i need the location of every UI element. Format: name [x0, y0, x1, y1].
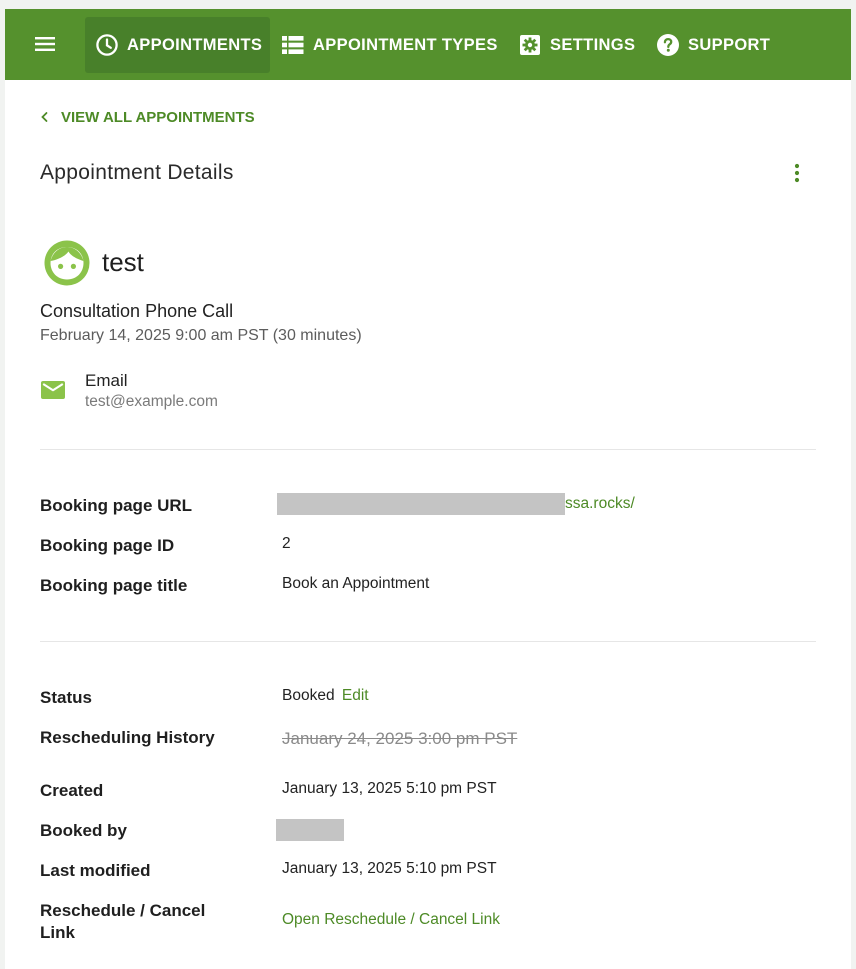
divider: [40, 449, 816, 450]
rescheduling-history-label: Rescheduling History: [40, 728, 215, 747]
nav-item-appointments[interactable]: APPOINTMENTS: [85, 17, 270, 73]
booking-id-value: 2: [282, 535, 291, 552]
appointment-datetime: February 14, 2025 9:00 am PST (30 minute…: [40, 327, 362, 344]
reschedule-cancel-label: Reschedule / Cancel Link: [40, 900, 205, 944]
divider: [40, 641, 816, 642]
last-modified-value: January 13, 2025 5:10 pm PST: [282, 860, 497, 877]
booking-url-label: Booking page URL: [40, 496, 193, 515]
view-all-appointments-link[interactable]: VIEW ALL APPOINTMENTS: [37, 105, 255, 129]
list-icon: [281, 33, 305, 57]
email-label: Email: [85, 371, 128, 390]
status-label: Status: [40, 688, 92, 707]
help-icon: [656, 33, 680, 57]
nav-item-label: SUPPORT: [688, 35, 771, 54]
redacted-url-block: [277, 493, 565, 515]
booked-by-label: Booked by: [40, 821, 127, 840]
nav-item-settings[interactable]: SETTINGS: [508, 17, 645, 73]
top-nav-bar: APPOINTMENTS APPOINTMENT TYPES SETTINGS …: [5, 9, 851, 80]
status-value: Booked: [282, 687, 335, 704]
back-link-label: VIEW ALL APPOINTMENTS: [61, 108, 255, 126]
booking-url-link[interactable]: ssa.rocks/: [565, 495, 635, 513]
hamburger-menu-button[interactable]: [27, 27, 63, 61]
nav-item-label: APPOINTMENTS: [127, 35, 263, 54]
reschedule-cancel-label-line2: Link: [40, 923, 75, 942]
chevron-left-icon: [37, 109, 53, 125]
more-vertical-icon: [794, 163, 800, 183]
status-edit-link[interactable]: Edit: [342, 687, 369, 704]
avatar-face-icon: [44, 240, 90, 286]
status-value-row: Booked Edit: [282, 687, 369, 705]
appointment-type: Consultation Phone Call: [40, 301, 234, 321]
nav-item-support[interactable]: SUPPORT: [646, 17, 780, 73]
redacted-booked-by-block: [276, 819, 344, 841]
menu-icon: [35, 37, 55, 51]
app-window: APPOINTMENTS APPOINTMENT TYPES SETTINGS …: [5, 9, 851, 969]
more-options-button[interactable]: [785, 161, 809, 185]
created-label: Created: [40, 781, 104, 800]
email-icon: [41, 381, 65, 399]
clock-icon: [95, 33, 119, 57]
created-value: January 13, 2025 5:10 pm PST: [282, 780, 497, 797]
rescheduling-history-value: January 24, 2025 3:00 pm PST: [282, 729, 518, 748]
email-value: test@example.com: [85, 393, 218, 410]
booking-title-value: Book an Appointment: [282, 575, 430, 592]
customer-name: test: [102, 247, 144, 277]
gear-icon: [518, 33, 542, 57]
nav-item-appointment-types[interactable]: APPOINTMENT TYPES: [271, 17, 508, 73]
booking-title-label: Booking page title: [40, 576, 188, 595]
booking-id-label: Booking page ID: [40, 536, 175, 555]
last-modified-label: Last modified: [40, 861, 151, 880]
page-title: Appointment Details: [40, 161, 234, 184]
nav-item-label: SETTINGS: [550, 35, 636, 54]
reschedule-cancel-link[interactable]: Open Reschedule / Cancel Link: [282, 911, 500, 929]
reschedule-cancel-label-line1: Reschedule / Cancel: [40, 901, 206, 920]
nav-item-label: APPOINTMENT TYPES: [313, 35, 498, 54]
